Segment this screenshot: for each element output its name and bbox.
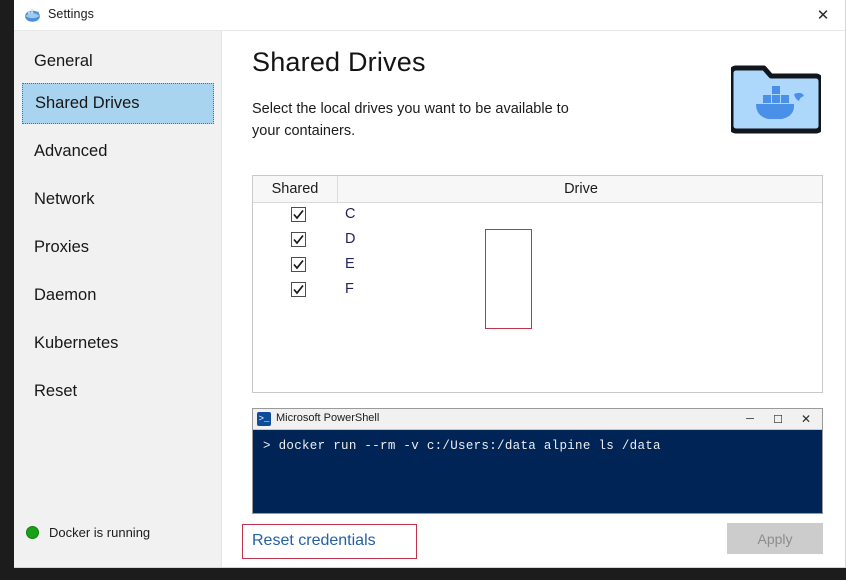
column-header-shared[interactable]: Shared	[253, 176, 338, 202]
drive-letter: F	[345, 281, 354, 297]
sidebar-item-shared-drives[interactable]: Shared Drives	[22, 83, 214, 124]
settings-main-panel: Shared Drives Select the local drives yo…	[223, 31, 845, 567]
table-row[interactable]: F	[253, 278, 822, 303]
column-header-drive[interactable]: Drive	[338, 176, 824, 202]
drive-letter: D	[345, 231, 356, 247]
sidebar-item-label: Reset	[34, 382, 78, 400]
minimize-icon[interactable]: ─	[736, 409, 764, 429]
status-text: Docker is running	[49, 525, 151, 540]
table-row[interactable]: D	[253, 228, 822, 253]
drive-letter: C	[345, 206, 356, 222]
page-subtitle: Select the local drives you want to be a…	[252, 101, 569, 139]
folder-with-whale-icon	[728, 58, 824, 136]
sidebar-item-label: Kubernetes	[34, 334, 119, 352]
maximize-icon[interactable]: ☐	[764, 409, 792, 429]
sidebar-item-proxies[interactable]: Proxies	[22, 227, 214, 268]
reset-credentials-link[interactable]: Reset credentials	[252, 532, 376, 550]
docker-settings-window: Settings ✕ General Shared Drives Advance…	[14, 0, 846, 568]
table-row[interactable]: E	[253, 253, 822, 278]
page-title: Shared Drives	[252, 47, 426, 77]
powershell-console-body[interactable]: > docker run --rm -v c:/Users:/data alpi…	[253, 430, 822, 513]
docker-whale-icon	[24, 7, 41, 24]
powershell-title: Microsoft PowerShell	[276, 412, 380, 424]
sidebar-item-general[interactable]: General	[22, 41, 214, 82]
powershell-command-line: > docker run --rm -v c:/Users:/data alpi…	[263, 439, 661, 453]
drive-letter: E	[345, 256, 355, 272]
sidebar-item-kubernetes[interactable]: Kubernetes	[22, 323, 214, 364]
settings-sidebar: General Shared Drives Advanced Network P…	[14, 31, 222, 567]
shared-checkbox-d[interactable]	[291, 232, 306, 247]
sidebar-item-label: Daemon	[34, 286, 97, 304]
shared-checkbox-f[interactable]	[291, 282, 306, 297]
sidebar-item-network[interactable]: Network	[22, 179, 214, 220]
sidebar-item-reset[interactable]: Reset	[22, 371, 214, 412]
sidebar-item-label: Network	[34, 190, 95, 208]
powershell-window: >_ Microsoft PowerShell ─ ☐ ✕ > docker r…	[252, 408, 823, 514]
powershell-prompt-icon: >_	[257, 412, 271, 426]
shared-checkbox-c[interactable]	[291, 207, 306, 222]
shared-checkbox-e[interactable]	[291, 257, 306, 272]
docker-status-bar: Docker is running	[26, 525, 150, 540]
sidebar-item-label: Advanced	[34, 142, 108, 160]
powershell-titlebar: >_ Microsoft PowerShell ─ ☐ ✕	[253, 409, 822, 430]
close-icon[interactable]: ✕	[800, 0, 845, 31]
sidebar-item-daemon[interactable]: Daemon	[22, 275, 214, 316]
window-title: Settings	[48, 7, 94, 21]
sidebar-item-label: Proxies	[34, 238, 90, 256]
table-header-row: Shared Drive	[253, 176, 822, 203]
window-titlebar: Settings ✕	[14, 0, 845, 31]
shared-drives-table: Shared Drive C D E F	[252, 175, 823, 393]
sidebar-item-label: Shared Drives	[35, 94, 140, 112]
status-indicator-icon	[26, 526, 39, 539]
table-body: C D E F	[253, 203, 822, 303]
close-icon[interactable]: ✕	[792, 409, 820, 429]
sidebar-item-label: General	[34, 52, 93, 70]
apply-button[interactable]: Apply	[727, 523, 823, 554]
table-row[interactable]: C	[253, 203, 822, 228]
sidebar-item-advanced[interactable]: Advanced	[22, 131, 214, 172]
